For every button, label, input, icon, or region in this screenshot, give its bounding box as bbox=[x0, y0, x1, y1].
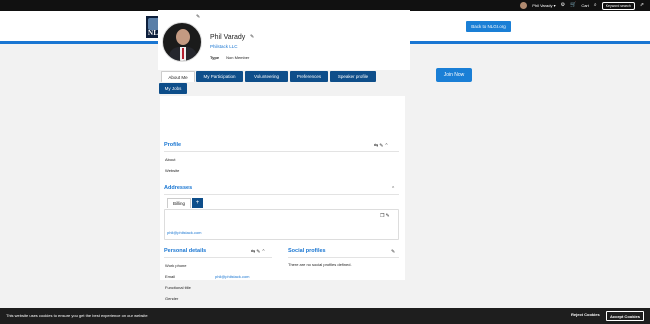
tab-about-me[interactable]: About Me bbox=[161, 71, 195, 82]
address-actions: ❐✎ bbox=[380, 213, 391, 219]
edit-name-icon[interactable]: ✎ bbox=[250, 34, 254, 40]
join-now-button[interactable]: Join Now bbox=[436, 68, 472, 82]
cookie-banner: This website uses cookies to ensure you … bbox=[0, 308, 650, 324]
add-address-button[interactable]: + bbox=[192, 198, 203, 208]
profile-section-actions: ⇆✎⌃ bbox=[374, 143, 390, 149]
email-value[interactable]: phil@philstack.com bbox=[215, 274, 250, 279]
external-link-icon[interactable]: ⇗ bbox=[640, 3, 644, 8]
cart-label[interactable]: Cart bbox=[581, 3, 589, 8]
billing-address-box bbox=[164, 209, 399, 240]
accept-cookies-button[interactable]: Accept Cookies bbox=[606, 311, 644, 321]
cart-icon[interactable]: 🛒 bbox=[570, 3, 576, 8]
website-label: Website bbox=[165, 168, 180, 173]
personal-details-actions: ⇆✎⌃ bbox=[251, 249, 267, 255]
tab-my-participation[interactable]: My Participation bbox=[196, 71, 243, 82]
user-name: Phil Varady bbox=[532, 3, 553, 8]
profile-type-row: Type Non Member bbox=[210, 55, 249, 60]
tab-preferences[interactable]: Preferences bbox=[290, 71, 328, 82]
edit-icon[interactable]: ✎ bbox=[391, 249, 396, 255]
search-icon[interactable]: ⌕ bbox=[594, 3, 597, 8]
collapse-chevron-icon[interactable]: ⌃ bbox=[391, 186, 396, 192]
tab-my-jobs[interactable]: My Jobs bbox=[159, 83, 187, 94]
addresses-section-title: Addresses bbox=[164, 185, 193, 191]
type-value: Non Member bbox=[226, 55, 250, 60]
back-to-site-button[interactable]: Back to NLGI.org bbox=[466, 21, 511, 32]
personal-details-divider bbox=[164, 257, 272, 258]
user-avatar-small[interactable] bbox=[520, 2, 528, 9]
functional-title-label: Functional title bbox=[165, 285, 191, 290]
settings-icon[interactable]: ⚙ bbox=[561, 3, 565, 8]
social-profiles-divider bbox=[288, 257, 399, 258]
address-email[interactable]: phil@philstack.com bbox=[167, 230, 202, 235]
profile-name: Phil Varady bbox=[210, 34, 246, 41]
about-label: About bbox=[165, 157, 176, 162]
tab-volunteering[interactable]: Volunteering bbox=[245, 71, 288, 82]
email-label: Email bbox=[165, 274, 176, 279]
addresses-divider bbox=[164, 194, 399, 195]
user-menu[interactable]: Phil Varady ▾ bbox=[532, 3, 555, 8]
social-profiles-title: Social profiles bbox=[288, 248, 326, 254]
edit-icon[interactable]: ✎ bbox=[385, 213, 390, 219]
tab-billing[interactable]: Billing bbox=[167, 198, 191, 208]
edit-photo-icon[interactable]: ✎ bbox=[196, 14, 200, 20]
collapse-chevron-icon[interactable]: ⌃ bbox=[384, 143, 389, 149]
profile-company-link[interactable]: Philstack LLC bbox=[210, 44, 238, 49]
profile-section-title: Profile bbox=[164, 142, 182, 148]
reject-cookies-button[interactable]: Reject Cookies bbox=[571, 312, 600, 317]
tab-speaker-profile[interactable]: Speaker profile bbox=[330, 71, 376, 82]
user-menu-caret: ▾ bbox=[553, 3, 556, 8]
work-phone-label: Work phone bbox=[165, 263, 187, 268]
keyword-search-button[interactable]: Keyword search bbox=[601, 1, 635, 10]
social-profiles-empty: There are no social profiles defined. bbox=[288, 262, 352, 267]
profile-avatar bbox=[162, 22, 202, 62]
gender-label: Gender bbox=[165, 296, 179, 301]
cookie-text: This website uses cookies to ensure you … bbox=[6, 313, 148, 318]
personal-details-title: Personal details bbox=[164, 248, 207, 254]
profile-divider bbox=[164, 151, 399, 152]
type-label: Type bbox=[210, 55, 220, 60]
collapse-chevron-icon[interactable]: ⌃ bbox=[261, 249, 266, 255]
